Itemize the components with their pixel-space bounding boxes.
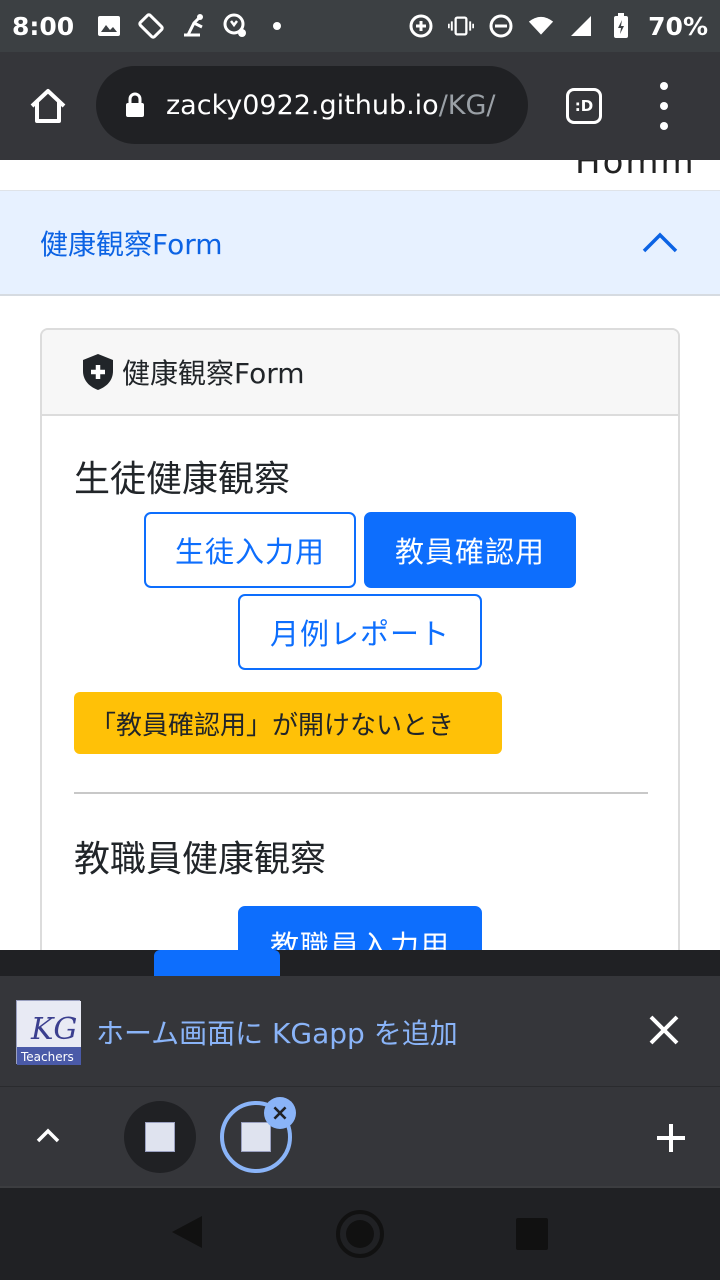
dnd-icon bbox=[488, 13, 514, 39]
url-path: /KG/ bbox=[438, 89, 496, 121]
status-bar: 8:00 70% bbox=[0, 0, 720, 52]
section-divider bbox=[74, 792, 648, 794]
browser-toolbar: zacky0922.github.io /KG/ :D bbox=[0, 52, 720, 160]
sheet-edge bbox=[0, 950, 720, 976]
back-icon[interactable] bbox=[170, 1214, 204, 1250]
home-button[interactable] bbox=[0, 52, 96, 160]
cut-off-heading: Homm bbox=[575, 160, 696, 182]
chevron-up-icon bbox=[642, 232, 678, 253]
tab-thumbnail[interactable] bbox=[124, 1101, 196, 1173]
accordion-header[interactable]: 健康観察Form bbox=[0, 190, 720, 296]
card-title: 健康観察Form bbox=[122, 357, 305, 390]
card-header: 健康観察Form bbox=[42, 330, 678, 416]
student-section-title: 生徒健康観察 bbox=[74, 459, 291, 500]
home-icon bbox=[30, 89, 66, 123]
vibrate-icon bbox=[448, 13, 475, 39]
tab-close-icon[interactable]: × bbox=[264, 1097, 296, 1129]
svg-text:KG: KG bbox=[30, 1012, 77, 1047]
system-icons: 70% bbox=[408, 12, 708, 41]
chevron-up-icon[interactable] bbox=[34, 1125, 62, 1145]
web-page: Homm 健康観察Form 健康観察Form 生徒健康観察 生徒入力用 教員確認… bbox=[0, 160, 720, 950]
peeking-button bbox=[154, 950, 280, 976]
close-icon[interactable] bbox=[646, 1012, 682, 1048]
staff-input-button[interactable]: 教職員入力用 bbox=[238, 906, 482, 950]
wifi-icon bbox=[528, 13, 554, 39]
kgapp-favicon bbox=[241, 1122, 271, 1152]
menu-dot bbox=[660, 122, 668, 130]
staff-section-title: 教職員健康観察 bbox=[74, 839, 327, 880]
svg-text:Teachers: Teachers bbox=[20, 1050, 74, 1064]
notification-icons bbox=[96, 13, 290, 39]
clock: 8:00 bbox=[12, 11, 75, 41]
lock-icon bbox=[126, 92, 144, 117]
dj-icon bbox=[180, 13, 206, 39]
add-to-home-text[interactable]: ホーム画面に KGapp を追加 bbox=[96, 1012, 458, 1052]
recents-icon[interactable] bbox=[516, 1218, 548, 1250]
data-saver-icon bbox=[408, 13, 434, 39]
shield-plus-icon bbox=[83, 354, 113, 390]
url-bar[interactable]: zacky0922.github.io /KG/ bbox=[96, 66, 528, 144]
teacher-check-help-button[interactable]: 「教員確認用」が開けないとき bbox=[74, 692, 502, 754]
teacher-check-button[interactable]: 教員確認用 bbox=[364, 512, 576, 588]
system-nav-bar bbox=[0, 1186, 720, 1280]
monthly-report-button[interactable]: 月例レポート bbox=[238, 594, 482, 670]
rotate-icon bbox=[138, 13, 164, 39]
overflow-menu-button[interactable] bbox=[650, 82, 678, 130]
battery-icon bbox=[608, 13, 634, 39]
dot-icon bbox=[264, 13, 290, 39]
tab-switcher-button[interactable]: :D bbox=[566, 88, 602, 124]
signal-icon bbox=[568, 13, 594, 39]
battery-percent: 70% bbox=[648, 11, 708, 41]
url-host: zacky0922.github.io bbox=[166, 89, 439, 121]
crown-icon bbox=[222, 13, 248, 39]
kgapp-favicon bbox=[145, 1122, 175, 1152]
student-input-button[interactable]: 生徒入力用 bbox=[144, 512, 356, 588]
home-circle-icon[interactable] bbox=[336, 1210, 384, 1258]
add-to-home-banner[interactable]: KG Teachers ホーム画面に KGapp を追加 bbox=[0, 976, 720, 1086]
kgapp-logo: KG Teachers bbox=[16, 1000, 81, 1065]
menu-dot bbox=[660, 82, 668, 90]
menu-dot bbox=[660, 102, 668, 110]
plus-icon[interactable] bbox=[654, 1121, 688, 1155]
image-icon bbox=[96, 13, 122, 39]
health-form-card: 健康観察Form 生徒健康観察 生徒入力用 教員確認用 月例レポート 「教員確認… bbox=[40, 328, 680, 950]
accordion-label: 健康観察Form bbox=[40, 227, 223, 261]
tab-strip: × bbox=[0, 1086, 720, 1186]
